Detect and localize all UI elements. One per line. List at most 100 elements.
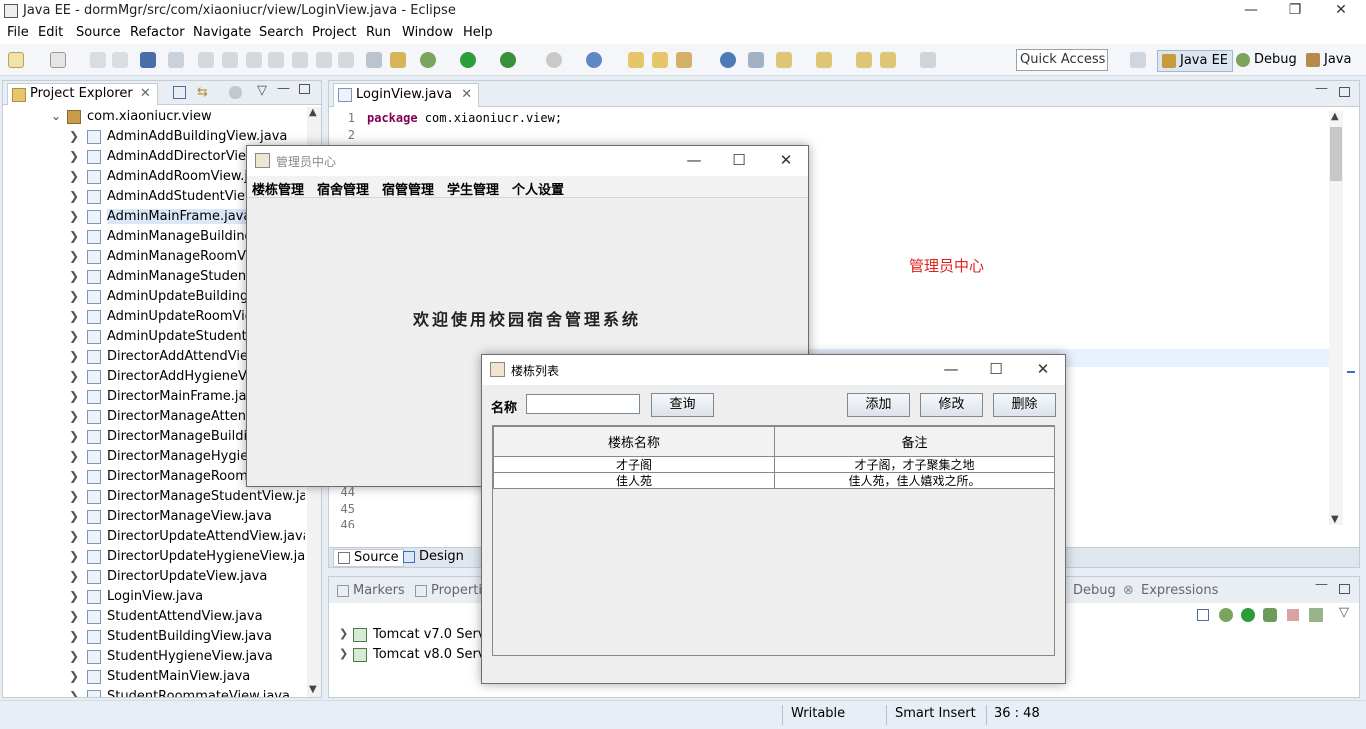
maximize-view-icon[interactable] (299, 84, 310, 94)
new-class-icon[interactable] (586, 52, 602, 68)
column-building-name[interactable]: 楼栋名称 (493, 426, 775, 457)
view-menu-icon[interactable]: ▽ (257, 83, 267, 98)
cell-remark[interactable]: 才子阁，才子聚集之地 (774, 456, 1055, 473)
link-editor-icon[interactable]: ⇆ (197, 85, 208, 100)
last-edit-icon[interactable] (856, 52, 872, 68)
chevron-right-icon[interactable]: ❯ (69, 369, 79, 383)
chevron-right-icon[interactable]: ❯ (69, 189, 79, 203)
prev-annotation-icon[interactable] (816, 52, 832, 68)
chevron-right-icon[interactable]: ❯ (69, 329, 79, 343)
code-line-46[interactable]: 46 (331, 518, 367, 528)
chevron-right-icon[interactable]: ❯ (339, 627, 348, 640)
scroll-up-icon[interactable]: ▲ (1331, 111, 1339, 122)
tree-file-item[interactable]: ❯ AdminAddBuildingView.java (3, 127, 305, 147)
tab-project-explorer[interactable]: Project Explorer ✕ (7, 83, 158, 105)
cell-building-name[interactable]: 才子阁 (493, 456, 775, 473)
tree-file-item[interactable]: ❯ StudentBuildingView.java (3, 627, 305, 647)
panel-menu-icon[interactable]: ▽ (1339, 605, 1349, 620)
table-row[interactable]: 才子阁 才子阁，才子聚集之地 (493, 456, 1055, 473)
code-line-2[interactable]: 2 (331, 128, 367, 145)
chevron-right-icon[interactable]: ❯ (69, 309, 79, 323)
back-icon[interactable] (880, 52, 896, 68)
chevron-right-icon[interactable]: ❯ (69, 489, 79, 503)
run-icon[interactable] (460, 52, 476, 68)
overview-marker[interactable] (1347, 371, 1355, 373)
tree-file-item[interactable]: ❯ StudentHygieneView.java (3, 647, 305, 667)
menu-run[interactable]: Run (366, 25, 391, 40)
menu-project[interactable]: Project (312, 25, 356, 40)
perspective-java[interactable]: Java (1302, 50, 1355, 72)
chevron-right-icon[interactable]: ❯ (69, 589, 79, 603)
coverage-icon[interactable] (500, 52, 516, 68)
mark-occurrences-icon[interactable] (390, 52, 406, 68)
add-button[interactable]: 添加 (847, 393, 910, 417)
maximize-button[interactable]: ☐ (981, 359, 1011, 381)
open-resource-icon[interactable] (652, 52, 668, 68)
chevron-right-icon[interactable]: ❯ (69, 469, 79, 483)
delete-button[interactable]: 删除 (993, 393, 1056, 417)
collapse-all-icon[interactable] (173, 86, 186, 99)
publish-icon[interactable] (1309, 608, 1323, 622)
open-type-icon[interactable] (628, 52, 644, 68)
name-search-input[interactable] (526, 394, 640, 414)
minimize-button[interactable]: — (679, 150, 709, 172)
open-perspective-icon[interactable] (1130, 52, 1146, 68)
cell-remark[interactable]: 佳人苑，佳人嬉戏之所。 (774, 472, 1055, 489)
editor-scrollbar[interactable]: ▲ ▼ (1329, 111, 1343, 525)
tree-file-item[interactable]: ❯ DirectorManageView.java (3, 507, 305, 527)
close-button[interactable]: ✕ (771, 150, 801, 172)
tab-source[interactable]: Source (333, 549, 404, 567)
resume-icon[interactable] (198, 52, 214, 68)
chevron-right-icon[interactable]: ❯ (69, 269, 79, 283)
chevron-right-icon[interactable]: ❯ (69, 669, 79, 683)
tree-file-item[interactable]: ❯ StudentRoommateView.java (3, 687, 305, 697)
chevron-right-icon[interactable]: ❯ (69, 689, 79, 697)
console-icon[interactable] (140, 52, 156, 68)
chevron-right-icon[interactable]: ❯ (69, 229, 79, 243)
drop-to-frame-icon[interactable] (338, 52, 354, 68)
scroll-down-icon[interactable]: ▼ (309, 684, 317, 695)
chevron-right-icon[interactable]: ❯ (69, 349, 79, 363)
chevron-right-icon[interactable]: ❯ (69, 289, 79, 303)
new-icon[interactable] (8, 52, 24, 68)
menu-personal-settings[interactable]: 个人设置 (512, 179, 564, 198)
code-line-44[interactable]: 44 (331, 485, 367, 502)
close-button[interactable]: ✕ (1318, 0, 1364, 22)
open-task-icon[interactable] (366, 52, 382, 68)
menu-window[interactable]: Window (402, 25, 453, 40)
chevron-right-icon[interactable]: ❯ (69, 129, 79, 143)
step-return-icon[interactable] (316, 52, 332, 68)
maximize-button[interactable]: ☐ (724, 150, 754, 172)
menu-student-manage[interactable]: 学生管理 (447, 179, 499, 198)
chevron-right-icon[interactable]: ❯ (69, 569, 79, 583)
chevron-right-icon[interactable]: ❯ (69, 509, 79, 523)
skip-breakpoints-icon[interactable] (168, 52, 184, 68)
forward-icon[interactable] (920, 52, 936, 68)
tree-file-item[interactable]: ❯ DirectorUpdateAttendView.java (3, 527, 305, 547)
filter-icon[interactable] (229, 86, 242, 99)
maximize-panel-icon[interactable] (1339, 584, 1350, 594)
step-into-icon[interactable] (268, 52, 284, 68)
minimize-button[interactable]: — (1228, 0, 1274, 22)
menu-search[interactable]: Search (259, 25, 304, 40)
chevron-down-icon[interactable]: ⌄ (51, 109, 61, 123)
chevron-right-icon[interactable]: ❯ (69, 409, 79, 423)
search-tool-icon[interactable] (676, 52, 692, 68)
chevron-right-icon[interactable]: ❯ (69, 629, 79, 643)
suspend-icon[interactable] (222, 52, 238, 68)
menu-help[interactable]: Help (463, 25, 493, 40)
scroll-thumb[interactable] (1330, 127, 1342, 181)
terminate-icon[interactable] (246, 52, 262, 68)
new-server-icon[interactable] (546, 52, 562, 68)
query-button[interactable]: 查询 (651, 393, 714, 417)
edit-button[interactable]: 修改 (920, 393, 983, 417)
chevron-right-icon[interactable]: ❯ (69, 449, 79, 463)
perspective-java-ee[interactable]: Java EE (1157, 50, 1234, 72)
menu-director-manage[interactable]: 宿管管理 (382, 179, 434, 198)
browser-icon[interactable] (720, 52, 736, 68)
menu-source[interactable]: Source (76, 25, 121, 40)
chevron-right-icon[interactable]: ❯ (339, 647, 348, 660)
quick-access-field[interactable]: Quick Access (1016, 49, 1108, 71)
tree-file-item[interactable]: ❯ LoginView.java (3, 587, 305, 607)
chevron-right-icon[interactable]: ❯ (69, 149, 79, 163)
